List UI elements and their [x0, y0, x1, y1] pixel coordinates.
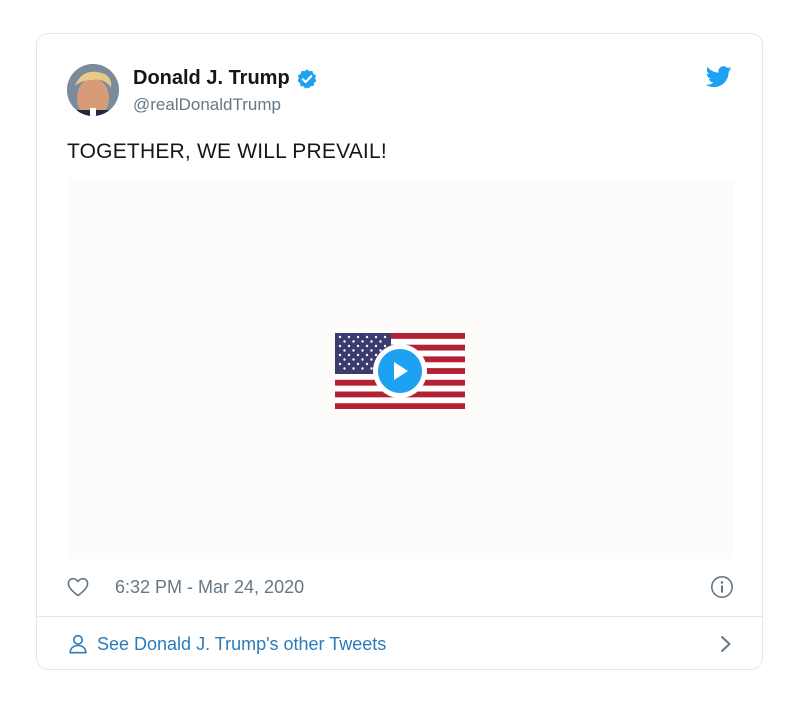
- twitter-bird-icon[interactable]: [706, 66, 732, 88]
- author-name[interactable]: Donald J. Trump: [133, 67, 290, 90]
- tweet-card[interactable]: Donald J. Trump @realDonaldTrump TOGETHE…: [36, 33, 763, 670]
- video-player[interactable]: [67, 179, 734, 559]
- avatar[interactable]: [67, 64, 119, 116]
- person-icon: [69, 634, 87, 654]
- see-other-tweets-link[interactable]: See Donald J. Trump's other Tweets: [67, 630, 732, 658]
- play-button-circle: [378, 349, 422, 393]
- verified-badge-icon: [297, 68, 317, 89]
- see-other-tweets-label: See Donald J. Trump's other Tweets: [97, 633, 387, 654]
- author-row[interactable]: Donald J. Trump: [133, 67, 318, 90]
- info-icon[interactable]: [710, 575, 734, 599]
- tweet-timestamp[interactable]: 6:32 PM - Mar 24, 2020: [115, 577, 304, 598]
- heart-icon[interactable]: [67, 577, 89, 597]
- author-handle[interactable]: @realDonaldTrump: [133, 95, 281, 115]
- divider: [37, 616, 762, 617]
- play-button[interactable]: [373, 344, 427, 398]
- play-icon: [394, 362, 408, 380]
- chevron-right-icon: [721, 636, 731, 652]
- tweet-text: TOGETHER, WE WILL PREVAIL!: [67, 140, 387, 163]
- avatar-image: [67, 64, 119, 116]
- tweet-meta: 6:32 PM - Mar 24, 2020: [67, 574, 734, 600]
